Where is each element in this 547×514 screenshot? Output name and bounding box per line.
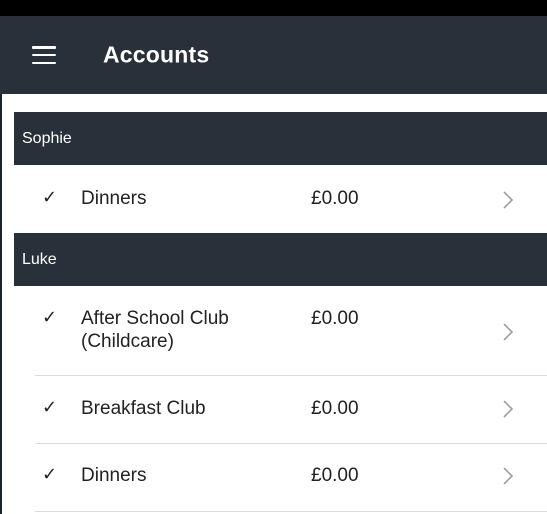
account-balance: £0.00: [311, 398, 359, 419]
chevron-right-icon: [503, 191, 514, 209]
chevron-right-icon: [503, 400, 514, 418]
accounts-screen: Accounts Sophie ✓ Dinners £0.00 Luke ✓ A…: [0, 0, 547, 514]
account-row-luke-dinners[interactable]: ✓ Dinners £0.00: [14, 444, 547, 512]
row-divider: [35, 511, 547, 512]
section-header-label: Sophie: [22, 129, 72, 147]
menu-button[interactable]: [27, 38, 61, 72]
account-balance: £0.00: [311, 465, 359, 486]
account-row-sophie-dinners[interactable]: ✓ Dinners £0.00: [14, 165, 547, 233]
account-name-line1: After School Club: [81, 308, 229, 329]
account-name: Dinners: [81, 465, 147, 486]
account-balance: £0.00: [311, 188, 359, 209]
account-name: Breakfast Club: [81, 398, 206, 419]
check-icon: ✓: [42, 187, 58, 207]
status-bar: [0, 0, 547, 16]
section-header-sophie: Sophie: [14, 112, 547, 165]
chevron-right-icon: [503, 323, 514, 341]
account-balance: £0.00: [311, 308, 359, 329]
check-icon: ✓: [42, 307, 58, 327]
app-bar: Accounts: [0, 16, 547, 94]
hamburger-menu-icon: [32, 46, 56, 64]
section-header-label: Luke: [22, 250, 57, 268]
chevron-right-icon: [503, 467, 514, 485]
account-row-luke-breakfast-club[interactable]: ✓ Breakfast Club £0.00: [14, 376, 547, 444]
check-icon: ✓: [42, 464, 58, 484]
accounts-list: Sophie ✓ Dinners £0.00 Luke ✓ After Scho…: [14, 112, 547, 512]
page-title: Accounts: [103, 41, 210, 68]
left-edge-border: [0, 94, 2, 514]
check-icon: ✓: [42, 397, 58, 417]
account-row-luke-after-school-club[interactable]: ✓ After School Club (Childcare) £0.00: [14, 286, 547, 376]
section-header-luke: Luke: [14, 233, 547, 286]
account-name: Dinners: [81, 188, 147, 209]
account-name-line2: (Childcare): [81, 331, 174, 352]
account-name: After School Club (Childcare): [81, 307, 229, 353]
